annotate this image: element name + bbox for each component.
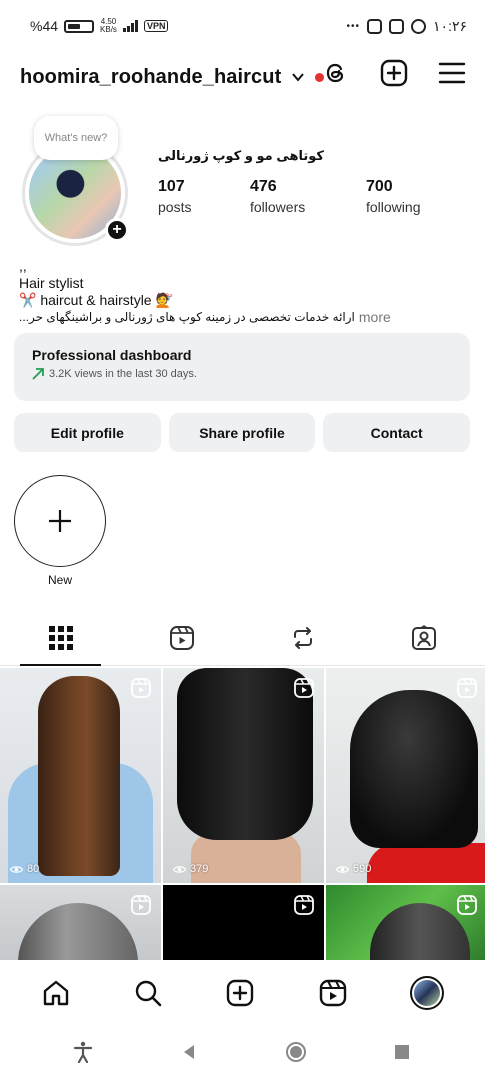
battery-icon	[64, 19, 95, 33]
profile-stats: 107 posts 476 followers 700 following	[158, 178, 458, 215]
eye-icon	[336, 865, 349, 873]
home-button-icon[interactable]	[285, 1041, 307, 1063]
reel-indicator-icon	[131, 678, 151, 698]
menu-icon[interactable]	[437, 58, 467, 88]
stat-following[interactable]: 700 following	[366, 178, 458, 215]
views-count: 379	[173, 863, 208, 875]
recents-icon[interactable]	[391, 1041, 413, 1063]
battery-percent: %44	[30, 18, 59, 34]
create-post-icon[interactable]	[379, 58, 409, 88]
reel-indicator-icon	[294, 895, 314, 915]
tab-tagged[interactable]	[364, 610, 485, 665]
profile-avatar-nav[interactable]	[409, 976, 444, 1010]
new-highlight-circle[interactable]	[14, 475, 106, 567]
reels-icon	[169, 625, 194, 650]
tagged-icon	[412, 624, 437, 650]
eye-icon	[10, 865, 23, 873]
stat-posts[interactable]: 107 posts	[158, 178, 250, 215]
status-left: %44 4.50 KB/s VPN	[30, 17, 169, 34]
post-thumbnail[interactable]: 379	[163, 668, 324, 883]
status-bar: %44 4.50 KB/s VPN ••• ۱۰:۲۶	[0, 0, 485, 52]
views-count: 590	[336, 863, 371, 875]
full-name: کوتاهی مو و کوپ ژورنالی	[158, 148, 324, 163]
bio-line-3: ارائه خدمات تخصصی در زمینه کوپ های ژورنا…	[19, 310, 355, 324]
bottom-nav	[0, 962, 485, 1024]
bio-line-2: ✂️ haircut & hairstyle 💇	[19, 292, 173, 308]
post-thumbnail[interactable]	[163, 885, 324, 960]
username[interactable]: hoomira_roohande_haircut	[20, 66, 281, 89]
signal-icon	[122, 20, 138, 32]
eye-icon	[173, 865, 186, 873]
post-thumbnail[interactable]	[0, 885, 161, 960]
reel-indicator-icon	[131, 895, 151, 915]
dashboard-title: Professional dashboard	[32, 347, 192, 363]
avatar	[413, 980, 440, 1006]
trend-up-icon	[32, 368, 44, 380]
instagram-notification-icon-2	[389, 18, 405, 34]
post-thumbnail[interactable]: 80	[0, 668, 161, 883]
add-story-icon[interactable]: +	[105, 218, 129, 242]
professional-dashboard[interactable]: Professional dashboard 3.2K views in the…	[14, 333, 470, 401]
share-profile-button[interactable]: Share profile	[168, 413, 316, 452]
new-highlight[interactable]: New	[14, 475, 106, 587]
bio-line-1: Hair stylist	[19, 275, 84, 291]
profile-actions: Edit profile Share profile Contact	[14, 413, 471, 452]
profile-header: hoomira_roohande_haircut	[20, 56, 467, 98]
stat-followers[interactable]: 476 followers	[250, 178, 342, 215]
contact-button[interactable]: Contact	[323, 413, 471, 452]
whatsapp-icon	[411, 18, 427, 34]
post-thumbnail[interactable]: 590	[326, 668, 485, 883]
new-highlight-label: New	[47, 573, 72, 587]
reposts-icon	[294, 626, 313, 649]
views-count: 80	[10, 863, 39, 875]
network-speed: 4.50 KB/s	[100, 17, 117, 34]
bio: ,, Hair stylist ✂️ haircut & hairstyle 💇…	[19, 258, 391, 326]
posts-grid: 80 379 590	[0, 668, 485, 960]
header-actions	[321, 58, 467, 88]
chevron-down-icon[interactable]	[291, 70, 305, 84]
instagram-notification-icon	[367, 18, 383, 34]
edit-profile-button[interactable]: Edit profile	[14, 413, 161, 452]
tab-reels[interactable]	[121, 610, 242, 665]
more-notifications-icon: •••	[346, 20, 361, 32]
dashboard-subtitle: 3.2K views in the last 30 days.	[32, 368, 452, 380]
reel-indicator-icon	[294, 678, 314, 698]
reel-indicator-icon	[457, 678, 477, 698]
create-icon[interactable]	[225, 978, 255, 1008]
bio-line-0: ,,	[19, 258, 27, 274]
clock: ۱۰:۲۶	[433, 17, 467, 34]
bio-more-link[interactable]: more	[359, 309, 391, 326]
content-tabs	[0, 610, 485, 666]
tab-grid[interactable]	[0, 610, 121, 666]
status-right: ••• ۱۰:۲۶	[347, 18, 467, 35]
back-icon[interactable]	[178, 1041, 200, 1063]
post-thumbnail[interactable]	[326, 885, 485, 960]
vpn-badge: VPN	[143, 20, 169, 32]
home-icon[interactable]	[41, 978, 71, 1008]
system-nav	[0, 1024, 485, 1080]
threads-icon[interactable]	[321, 58, 351, 88]
grid-icon	[48, 625, 73, 650]
tab-reposts[interactable]	[243, 610, 364, 665]
note-bubble[interactable]: What's new?	[34, 116, 118, 160]
accessibility-icon[interactable]	[72, 1041, 94, 1063]
reels-icon[interactable]	[318, 978, 348, 1008]
search-icon[interactable]	[133, 978, 163, 1008]
reel-indicator-icon	[457, 895, 477, 915]
plus-icon	[49, 510, 71, 532]
